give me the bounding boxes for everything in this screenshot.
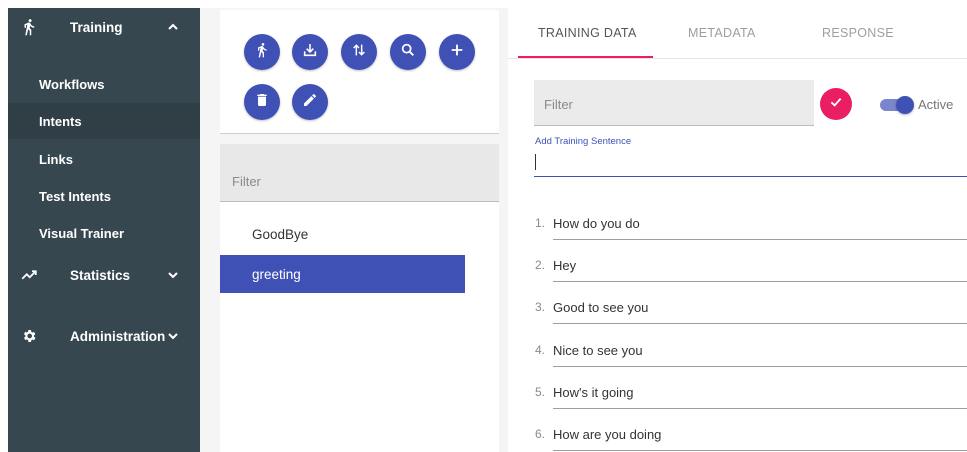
sidebar-section-training[interactable]: Training [8,8,200,46]
edit-button[interactable] [292,84,328,120]
sidebar-item-workflows[interactable]: Workflows [8,66,200,102]
sentence-row[interactable]: 1. How do you do [535,210,967,240]
sidebar-item-label: Workflows [39,76,105,92]
sidebar-item-label: Intents [39,113,82,129]
active-tab-indicator [518,56,653,58]
add-sentence-label: Add Training Sentence [535,136,632,147]
plus-icon [449,42,465,63]
search-button[interactable] [390,34,426,70]
walk-icon [254,42,270,63]
sidebar-item-label: Links [39,151,73,167]
sentence-text: Hey [553,258,577,273]
sentence-row[interactable]: 4. Nice to see you [535,337,967,367]
sidebar-section-label: Administration [70,328,166,344]
sort-button[interactable] [341,34,377,70]
sidebar: Training Workflows Intents Links Test In… [8,8,200,452]
chevron-down-icon [166,268,180,282]
sentence-text: Good to see you [553,300,649,315]
sidebar-section-statistics[interactable]: Statistics [8,256,200,294]
sentence-number: 1. [535,216,546,230]
sidebar-item-visual-trainer[interactable]: Visual Trainer [8,215,200,251]
sidebar-item-links[interactable]: Links [8,141,200,177]
download-button[interactable] [292,34,328,70]
intent-label: greeting [252,266,301,282]
sidebar-item-label: Test Intents [39,188,111,204]
action-toolbar [220,10,499,134]
search-icon [400,42,416,63]
sentence-number: 6. [535,427,546,441]
sentence-number: 3. [535,300,546,314]
sidebar-item-intents[interactable]: Intents [8,103,200,139]
intents-panel: Filter GoodBye greeting [200,8,508,452]
gear-icon [20,327,38,345]
intent-detail-panel: TRAINING DATA METADATA RESPONSE Filter A… [508,8,967,452]
sentence-text: How's it going [553,385,634,400]
walk-button[interactable] [244,34,280,70]
delete-button[interactable] [244,84,280,120]
active-toggle-thumb[interactable] [896,96,914,114]
sentence-number: 2. [535,258,546,272]
chevron-up-icon [166,20,180,34]
check-icon [828,94,844,115]
sidebar-item-test-intents[interactable]: Test Intents [8,178,200,214]
sidebar-section-label: Training [70,19,123,35]
apply-filter-button[interactable] [820,88,852,120]
trending-up-icon [20,266,38,284]
sentence-number: 4. [535,343,546,357]
download-icon [302,42,318,63]
add-sentence-input[interactable] [534,150,967,177]
sidebar-item-label: Visual Trainer [39,225,125,241]
intent-item-greeting[interactable]: greeting [220,255,465,293]
text-caret [535,154,536,170]
sentence-row[interactable]: 6. How are you doing [535,421,967,451]
sidebar-section-administration[interactable]: Administration [8,317,200,355]
sentence-text: How do you do [553,216,640,231]
intent-label: GoodBye [252,226,309,242]
sort-arrows-icon [351,42,367,63]
sidebar-section-label: Statistics [70,267,131,283]
sentence-row[interactable]: 2. Hey [535,252,967,282]
tab-training-data[interactable]: TRAINING DATA [538,26,637,40]
trash-icon [254,92,270,113]
sentence-text: How are you doing [553,427,662,442]
sentence-number: 5. [535,385,546,399]
intent-list: Filter GoodBye greeting [220,144,499,452]
sentence-text: Nice to see you [553,343,643,358]
tab-metadata[interactable]: METADATA [688,26,756,40]
active-toggle-label: Active [918,97,954,112]
pencil-icon [302,92,318,113]
sentence-filter-input[interactable]: Filter [534,80,814,126]
sentence-row[interactable]: 3. Good to see you [535,294,967,324]
sentence-row[interactable]: 5. How's it going [535,379,967,409]
tab-response[interactable]: RESPONSE [822,26,894,40]
intent-filter-input[interactable]: Filter [220,144,499,202]
walk-icon [20,18,38,36]
intent-item-goodbye[interactable]: GoodBye [220,215,465,253]
add-button[interactable] [439,34,475,70]
tab-divider [508,58,967,59]
chevron-down-icon [166,329,180,343]
